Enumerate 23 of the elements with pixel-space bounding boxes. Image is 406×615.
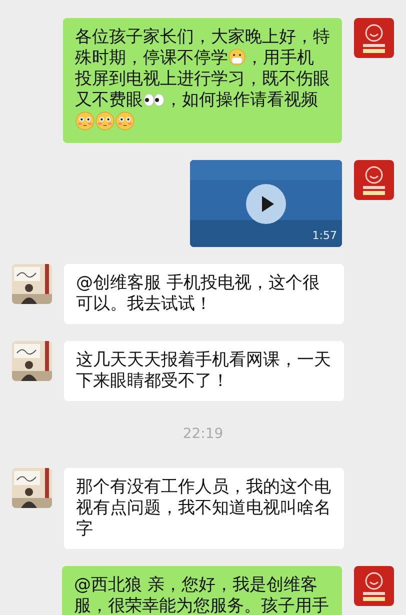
message-text: 投屏到电视上进行学习，既不伤眼 [75,69,330,89]
message-text: ，用手机 [246,48,314,68]
flushed-face-icon [115,111,135,131]
video-duration: 1:57 [312,228,337,244]
message-text-bubble[interactable]: @创维客服 手机投电视，这个很可以。我去试试！ [64,264,344,324]
avatar-icon[interactable] [354,160,394,200]
flushed-face-icon [75,111,95,131]
message-text: ，如何操作请看视频 [165,90,318,110]
message-text: 又不费眼 [75,90,143,110]
video-message[interactable]: 1:57 [190,160,342,247]
message-text-bubble[interactable]: @西北狼 亲，您好，我是创维客服，很荣幸能为您服务。孩子用手 [62,566,342,615]
mask-face-icon [228,48,246,66]
message-text: 各位孩子家长们，大家晚上好，特 [75,27,330,47]
avatar-icon[interactable] [354,18,394,58]
message-bubble[interactable]: 各位孩子家长们，大家晚上好，特 殊时期，停课不停学 ，用手机 投屏到电视上进行学习，既不伤眼 又不费眼 ，如何操作请看视频 [63,18,342,143]
message-text-bubble[interactable]: 那个有没有工作人员，我的这个电视有点问题，我不知道电视叫啥名字 [64,468,344,549]
flushed-face-icon [95,111,115,131]
message-text: 殊时期，停课不停学 [75,48,228,68]
timestamp: 22:19 [182,425,224,444]
play-icon[interactable] [246,184,286,224]
message-text-bubble[interactable]: 这几天天天报着手机看网课，一天下来眼睛都受不了！ [64,341,344,401]
eyes-icon [143,92,165,108]
avatar-icon[interactable] [354,566,394,606]
